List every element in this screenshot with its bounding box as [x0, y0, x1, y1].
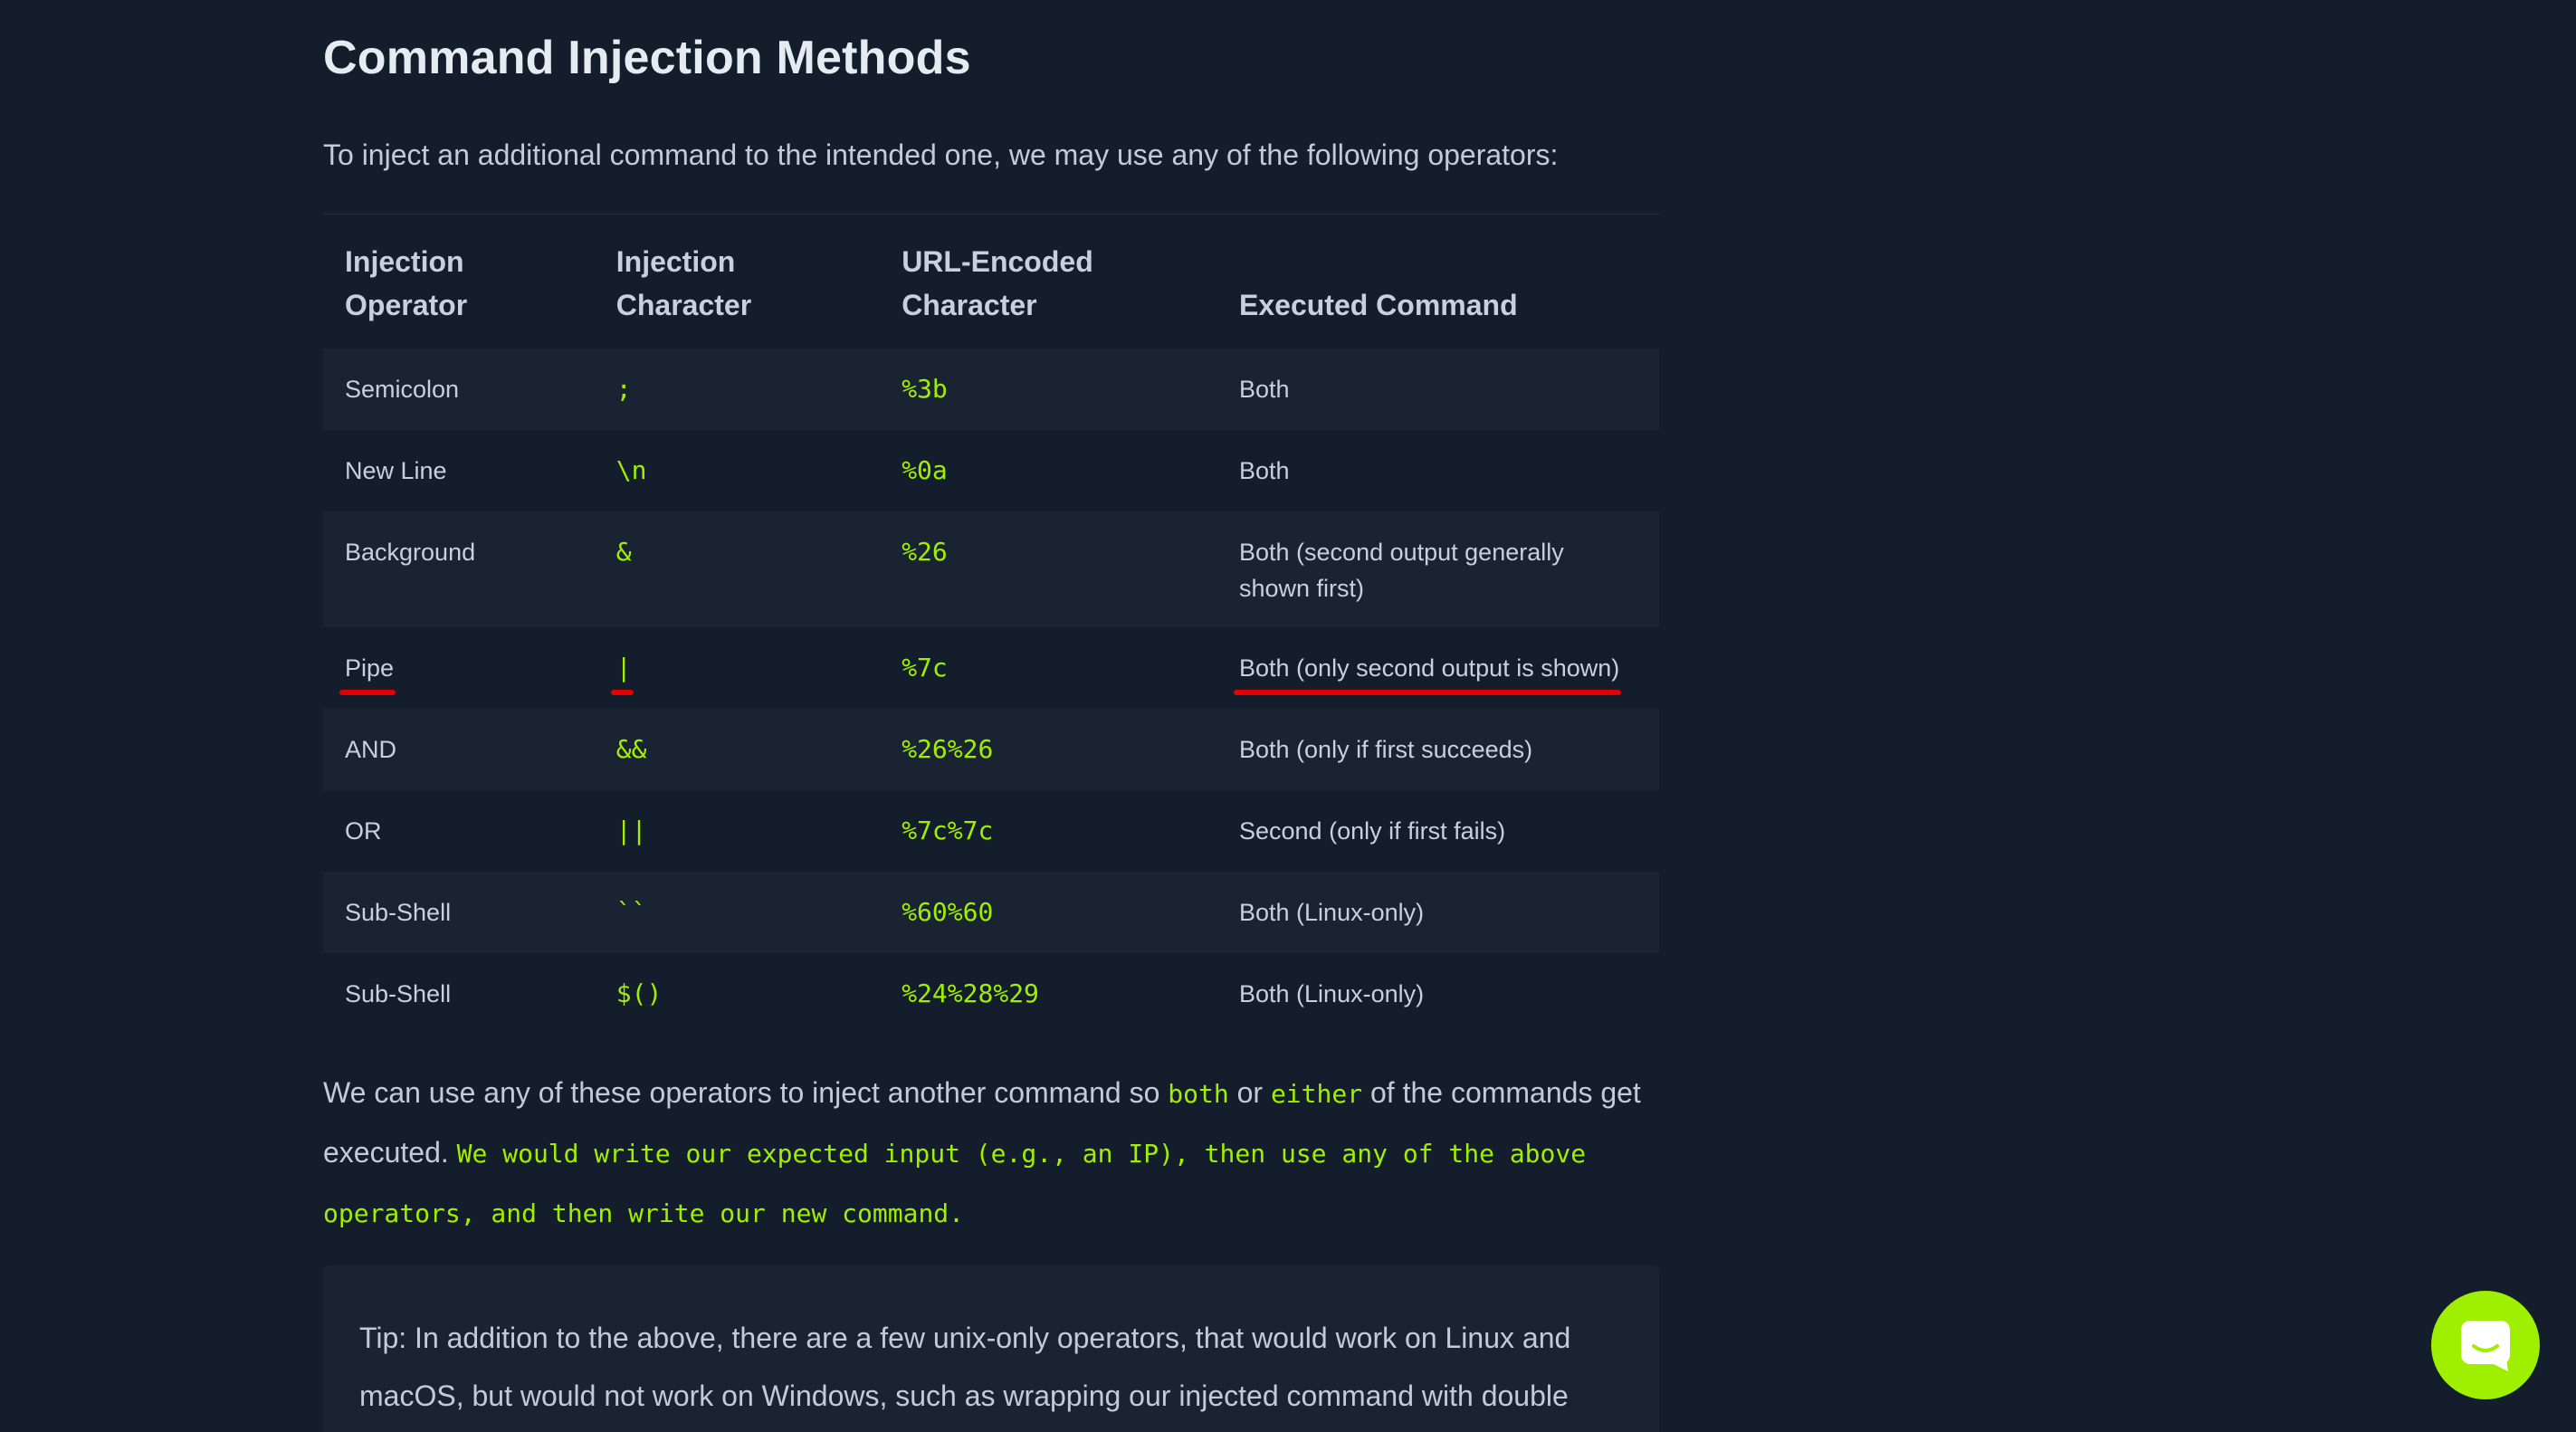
executed-cell: Both — [1239, 457, 1290, 484]
table-header-row: Injection Operator Injection Character URL… — [323, 215, 1659, 349]
table-row: Background & %26 Both (second output gen… — [323, 511, 1659, 627]
table-row: Semicolon ; %3b Both — [323, 348, 1659, 430]
header-injection-operator: Injection Operator — [345, 245, 468, 321]
executed-cell: Both — [1239, 376, 1290, 403]
operator-cell: Sub-Shell — [345, 980, 452, 1007]
operator-cell: Background — [345, 539, 476, 566]
table-row: Pipe | %7c Both (only second output is s… — [323, 627, 1659, 709]
encoded-cell: %7c — [902, 653, 948, 683]
chat-bubble-icon — [2461, 1321, 2510, 1371]
character-cell: `` — [615, 897, 647, 927]
executed-cell: Both (only second output is shown) — [1233, 627, 1622, 695]
operator-cell: AND — [345, 736, 397, 763]
tip-box: Tip: In addition to the above, there are… — [323, 1265, 1659, 1432]
table-row: AND && %26%26 Both (only if first succee… — [323, 709, 1659, 790]
operator-cell: Sub-Shell — [345, 899, 452, 926]
table-row: Sub-Shell `` %60%60 Both (Linux-only) — [323, 872, 1659, 953]
operators-explanation: We can use any of these operators to inj… — [323, 1064, 1659, 1243]
header-executed-command: Executed Command — [1239, 289, 1518, 321]
character-cell: & — [615, 537, 632, 567]
character-cell: ; — [615, 374, 632, 404]
operators-table: Injection Operator Injection Character URL… — [323, 214, 1659, 1035]
tip-text: Tip: In addition to the above, there are… — [359, 1322, 1571, 1412]
operator-cell: New Line — [345, 457, 447, 484]
character-cell: $() — [615, 979, 663, 1008]
encoded-cell: %24%28%29 — [902, 979, 1039, 1008]
encoded-cell: %3b — [902, 374, 948, 404]
encoded-cell: %7c%7c — [902, 816, 994, 845]
operator-cell: Pipe — [339, 627, 396, 695]
character-cell: \n — [615, 455, 647, 485]
character-cell: | — [610, 627, 634, 695]
encoded-cell: %26 — [902, 537, 948, 567]
executed-cell: Both (only if first succeeds) — [1239, 736, 1533, 763]
table-row: New Line \n %0a Both — [323, 430, 1659, 511]
executed-cell: Both (second output generally shown firs… — [1239, 539, 1564, 602]
executed-cell: Second (only if first fails) — [1239, 817, 1506, 845]
inline-code-instruction: We would write our expected input (e.g.,… — [323, 1139, 1587, 1228]
executed-cell: Both (Linux-only) — [1239, 980, 1425, 1007]
operator-cell: Semicolon — [345, 376, 460, 403]
intro-text: To inject an additional command to the i… — [323, 138, 1559, 171]
header-injection-character: Injection Character — [615, 245, 752, 321]
table-row: OR || %7c%7c Second (only if first fails… — [323, 790, 1659, 872]
character-cell: || — [615, 816, 647, 845]
encoded-cell: %0a — [902, 455, 948, 485]
character-cell: && — [615, 734, 647, 764]
executed-cell: Both (Linux-only) — [1239, 899, 1425, 926]
inline-code-both: both — [1168, 1079, 1229, 1109]
header-url-encoded-character: URL-Encoded Character — [902, 245, 1093, 321]
encoded-cell: %26%26 — [902, 734, 994, 764]
inline-code-either: either — [1270, 1079, 1363, 1109]
page: Command Injection Methods To inject an a… — [0, 0, 2576, 1432]
table-row: Sub-Shell $() %24%28%29 Both (Linux-only… — [323, 953, 1659, 1035]
explanation-text: or — [1228, 1076, 1271, 1109]
encoded-cell: %60%60 — [902, 897, 994, 927]
explanation-text: We can use any of these operators to inj… — [323, 1076, 1169, 1109]
operator-cell: OR — [345, 817, 382, 845]
page-title: Command Injection Methods — [323, 32, 971, 84]
chat-button[interactable] — [2431, 1291, 2540, 1399]
